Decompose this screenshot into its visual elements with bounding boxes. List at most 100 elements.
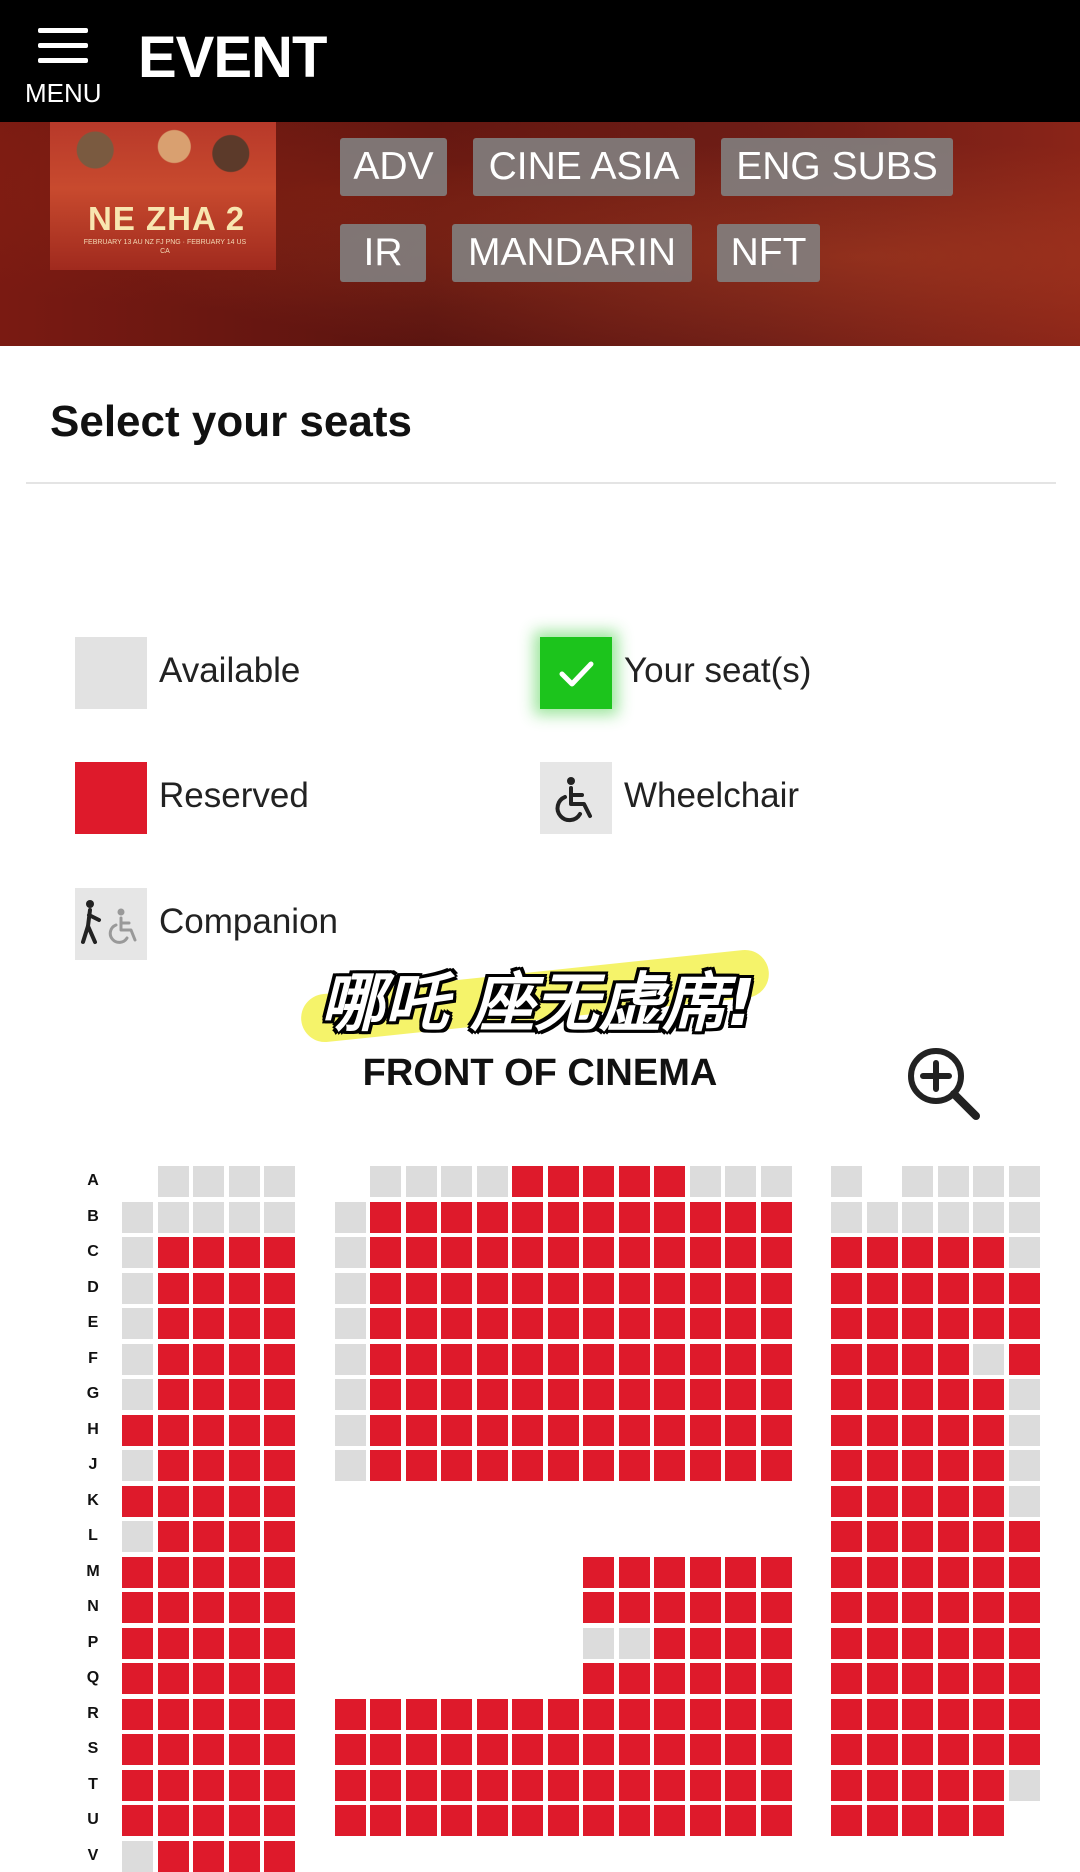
seat-available[interactable] [867,1202,898,1233]
seat-available[interactable] [1009,1202,1040,1233]
seat-reserved [583,1237,614,1268]
seat-available[interactable] [477,1166,508,1197]
seat-reserved [477,1202,508,1233]
seat-available[interactable] [441,1166,472,1197]
seat-available[interactable] [122,1841,153,1872]
tag-mandarin[interactable]: MANDARIN [452,224,692,282]
tag-cine-asia[interactable]: CINE ASIA [473,138,695,196]
seat-available[interactable] [122,1379,153,1410]
zoom-in-icon[interactable] [900,1040,984,1124]
seat-available[interactable] [1009,1450,1040,1481]
seat-reserved [761,1379,792,1410]
legend-label-available: Available [159,651,301,690]
seat-available[interactable] [973,1202,1004,1233]
seat-reserved [619,1166,650,1197]
seat-available[interactable] [335,1379,366,1410]
seat-available[interactable] [122,1308,153,1339]
seat-reserved [548,1805,579,1836]
seat-available[interactable] [158,1166,189,1197]
seat-reserved [654,1557,685,1588]
menu-button[interactable]: MENU [20,20,104,110]
seat-available[interactable] [335,1308,366,1339]
seat-available[interactable] [406,1166,437,1197]
seat-available[interactable] [122,1237,153,1268]
seat-reserved [406,1379,437,1410]
seat-available[interactable] [335,1415,366,1446]
seat-reserved [938,1557,969,1588]
seat-reserved [193,1557,224,1588]
seat-reserved [725,1237,756,1268]
seat-reserved [654,1592,685,1623]
seat-available[interactable] [335,1202,366,1233]
seat-reserved [229,1273,260,1304]
seat-available[interactable] [122,1521,153,1552]
seat-available[interactable] [264,1166,295,1197]
tag-eng-subs[interactable]: ENG SUBS [721,138,953,196]
seat-available[interactable] [193,1202,224,1233]
seat-reserved [1009,1734,1040,1765]
seat-reserved [725,1592,756,1623]
seat-reserved [158,1415,189,1446]
seat-available[interactable] [1009,1379,1040,1410]
tag-nft[interactable]: NFT [717,224,820,282]
seat-reserved [441,1415,472,1446]
seat-reserved [122,1486,153,1517]
seat-available[interactable] [690,1166,721,1197]
seat-available[interactable] [831,1166,862,1197]
seat-reserved [548,1734,579,1765]
seat-available[interactable] [973,1344,1004,1375]
tag-adv[interactable]: ADV [340,138,447,196]
seat-available[interactable] [619,1628,650,1659]
seat-reserved [690,1699,721,1730]
tag-ir[interactable]: IR [340,224,426,282]
seat-available[interactable] [264,1202,295,1233]
seat-reserved [158,1628,189,1659]
seat-available[interactable] [973,1166,1004,1197]
seat-available[interactable] [193,1166,224,1197]
seat-available[interactable] [122,1273,153,1304]
seat-available[interactable] [158,1202,189,1233]
row-label: D [87,1279,99,1296]
seat-reserved [867,1308,898,1339]
seat-reserved [264,1273,295,1304]
seat-reserved [406,1308,437,1339]
seat-reserved [370,1308,401,1339]
seat-available[interactable] [335,1237,366,1268]
seat-available[interactable] [229,1202,260,1233]
seat-available[interactable] [938,1202,969,1233]
seat-available[interactable] [761,1166,792,1197]
seat-available[interactable] [1009,1486,1040,1517]
seat-reserved [973,1450,1004,1481]
seat-available[interactable] [122,1450,153,1481]
seat-available[interactable] [902,1202,933,1233]
seat-reserved [193,1379,224,1410]
seat-reserved [193,1770,224,1801]
seat-available[interactable] [335,1450,366,1481]
seat-available[interactable] [229,1166,260,1197]
seat-reserved [831,1273,862,1304]
seat-available[interactable] [370,1166,401,1197]
seat-reserved [725,1415,756,1446]
seat-reserved [690,1344,721,1375]
seat-available[interactable] [1009,1237,1040,1268]
seat-available[interactable] [335,1344,366,1375]
brand-logo[interactable]: EVENT [138,24,327,91]
seat-available[interactable] [122,1344,153,1375]
seat-available[interactable] [122,1202,153,1233]
seat-available[interactable] [1009,1166,1040,1197]
seat-available[interactable] [938,1166,969,1197]
seat-available[interactable] [902,1166,933,1197]
seat-reserved [406,1273,437,1304]
seat-available[interactable] [335,1273,366,1304]
seat-available[interactable] [1009,1415,1040,1446]
seat-available[interactable] [725,1166,756,1197]
seat-reserved [902,1557,933,1588]
seat-reserved [335,1699,366,1730]
reserved-swatch [75,762,147,834]
seat-reserved [264,1592,295,1623]
seat-available[interactable] [831,1202,862,1233]
row-label: F [88,1350,98,1367]
seat-available[interactable] [1009,1770,1040,1801]
seat-available[interactable] [583,1628,614,1659]
seat-reserved [902,1770,933,1801]
